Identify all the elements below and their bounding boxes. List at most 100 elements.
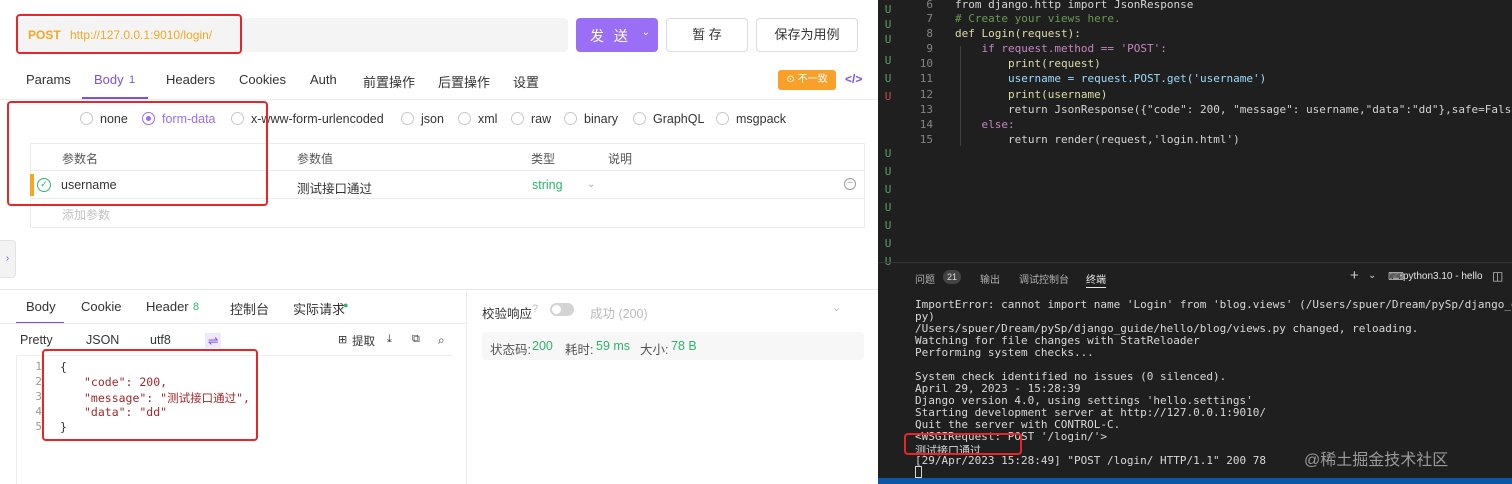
tab-pre-operations[interactable]: 前置操作 [363, 72, 415, 91]
panel-tab-problems[interactable]: 问题 [915, 271, 935, 286]
tab-body[interactable]: Body [94, 72, 124, 87]
add-param-input[interactable]: 添加参数 [62, 206, 110, 223]
mismatch-label: 不一致 [797, 74, 828, 85]
tab-auth[interactable]: Auth [310, 72, 337, 87]
resp-tab-console[interactable]: 控制台 [230, 299, 269, 318]
watermark: @稀土掘金技术社区 [1304, 452, 1449, 469]
response-divider [0, 289, 878, 290]
send-button-label: 发 送 [590, 28, 631, 44]
add-terminal-icon[interactable]: + [1350, 267, 1359, 284]
terminal-line: Performing system checks... [915, 346, 1094, 359]
scm-marker: U [884, 237, 892, 250]
code-line[interactable]: return render(request,'login.html') [955, 133, 1240, 146]
wrap-icon[interactable]: ⇌ [205, 333, 222, 348]
code-line[interactable]: def Login(request): [955, 27, 1081, 40]
extract-label[interactable]: 提取 [352, 333, 375, 349]
editor-line-number: 15 [919, 133, 933, 146]
annotation-box-params [7, 101, 268, 206]
radio-label: msgpack [736, 112, 787, 126]
radio-label: json [421, 112, 444, 126]
mismatch-badge[interactable]: ⊙ 不一致 [778, 70, 836, 90]
validate-response-label: 校验响应 [482, 307, 533, 321]
param-value-input[interactable]: 测试接口通过 [297, 178, 372, 197]
radio-graphql[interactable]: GraphQL [633, 112, 704, 126]
remove-row-icon[interactable]: − [844, 178, 856, 190]
extract-icon[interactable]: ⊞ [338, 333, 347, 346]
radio-raw[interactable]: raw [511, 112, 551, 126]
search-icon[interactable]: ⌕ [438, 333, 445, 348]
param-type-select[interactable]: string [532, 178, 563, 192]
code-line[interactable]: return JsonResponse({"code": 200, "messa… [955, 103, 1512, 116]
radio-label: binary [584, 112, 619, 126]
radio-circle-icon [633, 112, 646, 125]
scm-marker: U [884, 90, 892, 103]
chevron-down-icon[interactable]: ⌄ [1368, 270, 1376, 281]
code-line[interactable]: if request.method == 'POST': [955, 42, 1166, 55]
line-number: 4 [35, 405, 42, 418]
code-line[interactable]: username = request.POST.get('username') [955, 72, 1266, 85]
radio-circle-icon [458, 112, 471, 125]
chevron-down-icon[interactable]: ⌄ [642, 27, 650, 38]
tab-cookies[interactable]: Cookies [239, 72, 286, 87]
radio-label: raw [531, 112, 552, 126]
pretty-select[interactable]: Pretty [20, 333, 53, 347]
chevron-down-icon[interactable]: ⌄ [587, 179, 595, 190]
panel-tab-debug-console[interactable]: 调试控制台 [1019, 271, 1069, 286]
download-icon[interactable]: ⤓ [387, 333, 392, 346]
chevron-down-icon[interactable]: ⌄ [832, 301, 841, 314]
scm-marker: U [884, 33, 892, 46]
line-number: 5 [35, 420, 42, 433]
resp-tab-body[interactable]: Body [26, 299, 56, 314]
terminal-icon: ⌨ [1388, 271, 1404, 283]
radio-circle-icon [401, 112, 414, 125]
radio-json[interactable]: json [401, 112, 444, 126]
size-value: 78 B [671, 339, 697, 353]
pane-divider [466, 292, 467, 484]
terminal-line: [29/Apr/2023 15:28:49] "POST /login/ HTT… [915, 454, 1266, 467]
encoding-select[interactable]: utf8 [150, 333, 171, 347]
radio-msgpack[interactable]: msgpack [716, 112, 786, 126]
send-button[interactable]: 发 送 ⌄ [576, 18, 658, 52]
editor-line-number: 8 [926, 27, 933, 40]
resp-tab-cookie[interactable]: Cookie [81, 299, 121, 314]
help-icon[interactable]: ? [532, 303, 538, 315]
status-dot-icon: ● [343, 300, 349, 310]
editor-line-number: 10 [919, 57, 933, 70]
editor-line-number: 13 [919, 103, 933, 116]
tab-post-operations[interactable]: 后置操作 [438, 72, 490, 91]
copy-icon[interactable]: ⧉ [412, 333, 420, 346]
code-line[interactable]: # Create your views here. [955, 12, 1121, 25]
panel-tab-terminal[interactable]: 终端 [1086, 271, 1106, 286]
resp-tab-actual-request[interactable]: 实际请求 [293, 299, 345, 318]
radio-label: x-www-form-urlencoded [251, 112, 384, 126]
annotation-box-url [16, 14, 242, 54]
time-label: 耗时: [565, 343, 594, 357]
code-icon[interactable]: </> [845, 72, 862, 86]
tab-settings[interactable]: 设置 [513, 72, 539, 91]
save-as-case-button[interactable]: 保存为用例 [756, 18, 858, 52]
chevron-right-icon[interactable]: › [0, 240, 16, 278]
radio-binary[interactable]: binary [564, 112, 618, 126]
split-terminal-icon[interactable]: ◫ [1492, 269, 1503, 283]
scm-marker: U [884, 219, 892, 232]
editor-line-number: 12 [919, 88, 933, 101]
tab-headers[interactable]: Headers [166, 72, 215, 87]
panel-tab-output[interactable]: 输出 [980, 271, 1000, 286]
size-label: 大小: [640, 343, 669, 357]
validate-toggle[interactable] [550, 303, 574, 316]
code-line[interactable]: else: [955, 118, 1014, 131]
code-line[interactable]: print(request) [955, 57, 1101, 70]
radio-label: GraphQL [653, 112, 705, 126]
col-header-type: 类型 [531, 152, 556, 166]
radio-xml[interactable]: xml [458, 112, 497, 126]
format-select[interactable]: JSON [86, 333, 119, 347]
code-line[interactable]: from django.http import JsonResponse [955, 0, 1193, 11]
terminal-shell-name[interactable]: python3.10 - hello [1403, 271, 1483, 282]
draft-button[interactable]: 暂 存 [666, 18, 748, 52]
line-number: 2 [35, 375, 42, 388]
status-code: 200 [532, 339, 553, 353]
resp-tab-header[interactable]: Header [146, 299, 189, 314]
tab-params[interactable]: Params [26, 72, 71, 87]
col-header-value: 参数值 [297, 152, 334, 166]
code-line[interactable]: print(username) [955, 88, 1107, 101]
